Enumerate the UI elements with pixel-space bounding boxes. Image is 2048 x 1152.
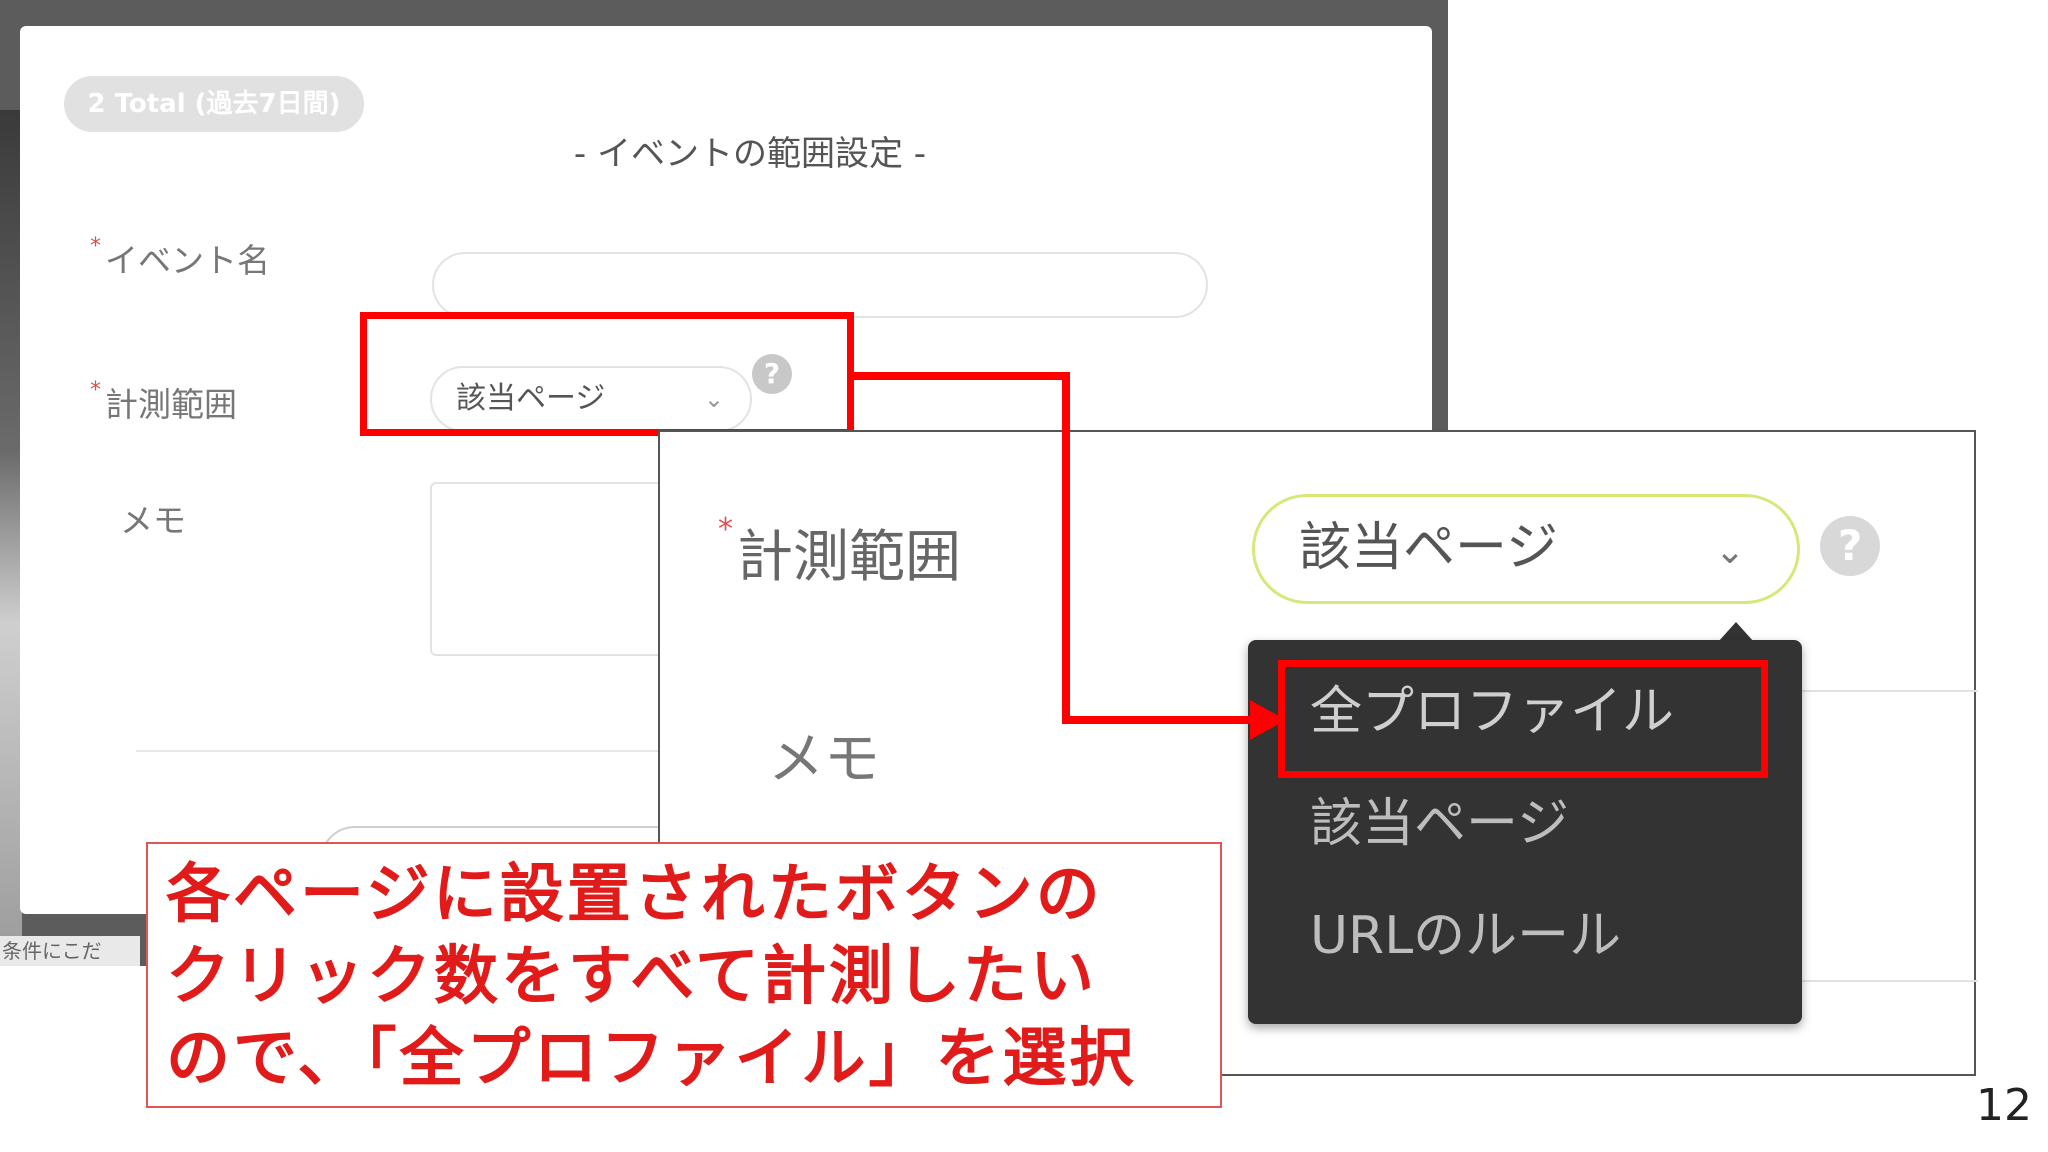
annotation-line: クリック数をすべて計測したい	[166, 940, 1097, 1014]
help-icon[interactable]: ?	[1820, 516, 1880, 576]
zoom-scope-select[interactable]: 該当ページ ⌄	[1252, 494, 1800, 604]
zoom-memo-label: メモ	[768, 727, 880, 792]
modal-divider	[136, 750, 696, 752]
scope-label: * 計測範囲	[90, 378, 237, 426]
highlight-box-scope	[360, 312, 854, 436]
required-mark: *	[90, 234, 101, 259]
zoom-scope-label: *計測範囲	[718, 512, 961, 593]
highlight-box-option	[1278, 660, 1768, 778]
annotation-line: ので、「全プロファイル」を選択	[166, 1022, 1137, 1096]
memo-label: メモ	[120, 501, 186, 540]
event-name-label-text: イベント名	[105, 241, 270, 280]
event-name-label: * イベント名	[90, 234, 270, 282]
modal-title: - イベントの範囲設定 -	[573, 134, 927, 174]
connector-line	[1062, 716, 1252, 724]
required-mark: *	[90, 378, 101, 403]
page-number: 12	[1976, 1080, 2032, 1131]
dropdown-option-matching-page[interactable]: 該当ページ	[1248, 774, 1802, 874]
dropdown-option-url-rule[interactable]: URLのルール	[1248, 886, 1802, 986]
memo-textarea[interactable]	[430, 482, 690, 656]
connector-line	[1062, 372, 1070, 724]
zoom-scope-select-value: 該当ページ	[1299, 518, 1558, 578]
background-text-fragment: 条件にこだ	[0, 936, 140, 966]
required-mark: *	[718, 512, 733, 547]
annotation-box: 各ページに設置されたボタンの クリック数をすべて計測したい ので、「全プロファイ…	[146, 842, 1222, 1108]
event-name-input[interactable]	[432, 252, 1208, 318]
chevron-down-icon: ⌄	[1714, 531, 1745, 572]
annotation-line: 各ページに設置されたボタンの	[166, 858, 1103, 932]
background-app-strip	[0, 110, 22, 966]
total-badge: 2 Total (過去7日間)	[64, 76, 364, 132]
zoom-scope-label-text: 計測範囲	[737, 525, 961, 590]
connector-line	[854, 372, 1070, 380]
dropdown-caret	[1718, 622, 1754, 642]
scope-label-text: 計測範囲	[105, 385, 237, 424]
